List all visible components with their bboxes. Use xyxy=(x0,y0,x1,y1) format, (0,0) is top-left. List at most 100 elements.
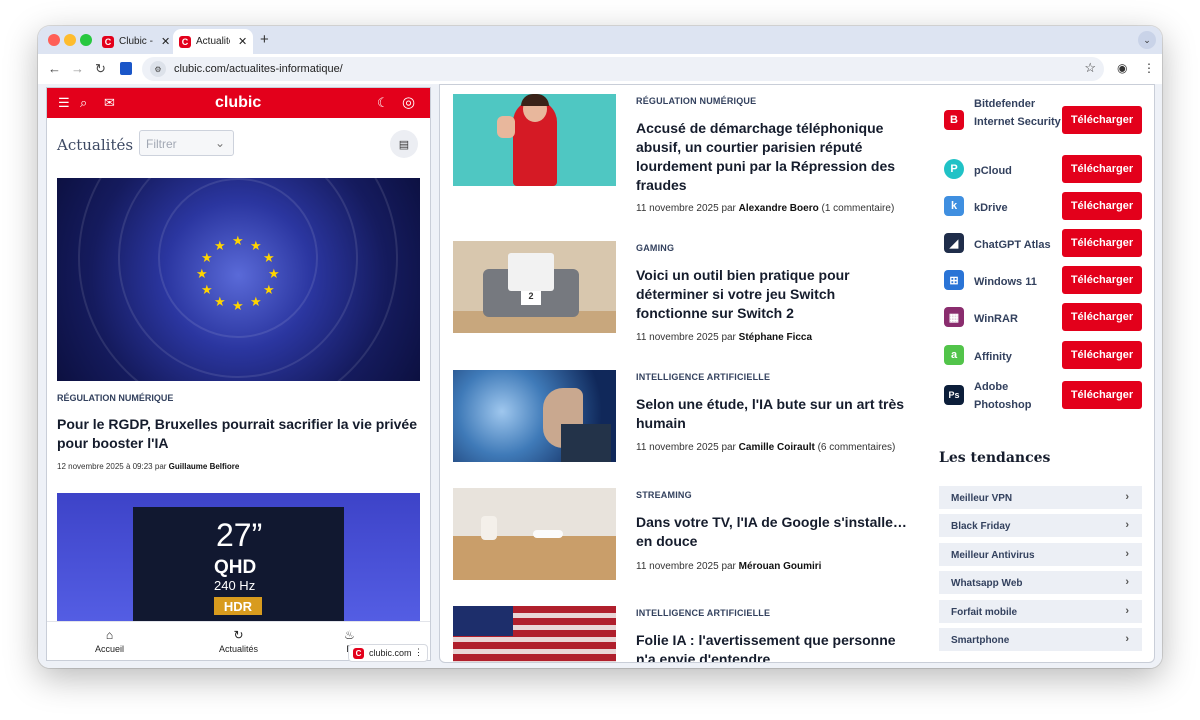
hero-image-eu-stars[interactable]: ★ ★ ★ ★ ★ ★ ★ ★ ★ ★ ★ ★ xyxy=(57,178,420,381)
site-settings-icon[interactable]: ⚙ xyxy=(150,61,166,77)
chevron-down-icon[interactable]: ⌄ xyxy=(1138,31,1156,49)
close-tab-icon[interactable]: ✕ xyxy=(238,35,247,48)
article-by: par xyxy=(721,561,736,572)
bookmark-star-icon[interactable]: ☆ xyxy=(1084,60,1096,76)
article-thumbnail[interactable] xyxy=(453,370,616,462)
minimize-window-button[interactable] xyxy=(64,34,76,46)
filter-select[interactable]: Filtrer ⌄ xyxy=(139,130,234,156)
chevron-right-icon: › xyxy=(1125,519,1129,531)
trend-item[interactable]: Black Friday › xyxy=(939,514,1142,537)
article-by: par xyxy=(721,203,736,214)
new-tab-icon[interactable]: + xyxy=(260,31,269,48)
hero-meta: 12 novembre 2025 à 09:23 par Guillaume B… xyxy=(57,462,239,471)
download-button[interactable]: Télécharger xyxy=(1062,381,1142,409)
article-comments[interactable]: (6 commentaires) xyxy=(818,442,896,453)
search-icon[interactable]: ⌕ xyxy=(80,95,87,111)
layout-toggle-icon[interactable]: ▤ xyxy=(390,130,418,158)
article-category[interactable]: STREAMING xyxy=(636,490,692,500)
download-item: k kDrive Télécharger xyxy=(944,191,1144,221)
pcloud-icon: P xyxy=(944,159,964,179)
trend-item[interactable]: Forfait mobile › xyxy=(939,600,1142,623)
article-author[interactable]: Alexandre Boero xyxy=(739,203,819,214)
reload-icon[interactable]: ↻ xyxy=(95,61,106,77)
article-headline[interactable]: Selon une étude, l'IA bute sur un art tr… xyxy=(636,395,908,433)
hero-category[interactable]: RÉGULATION NUMÉRIQUE xyxy=(57,393,173,403)
bottom-nav-actualites[interactable]: ↻ Actualités xyxy=(219,628,258,654)
mail-icon[interactable]: ✉ xyxy=(104,95,115,111)
menu-kebab-icon[interactable]: ⋮ xyxy=(1143,61,1155,75)
download-button[interactable]: Télécharger xyxy=(1062,229,1142,257)
article-thumbnail[interactable]: 2 xyxy=(453,241,616,333)
download-button[interactable]: Télécharger xyxy=(1062,341,1142,369)
close-tab-icon[interactable]: ✕ xyxy=(161,35,170,48)
article-headline[interactable]: Dans votre TV, l'IA de Google s'installe… xyxy=(636,513,908,551)
article-headline[interactable]: Voici un outil bien pratique pour déterm… xyxy=(636,266,908,323)
home-icon: ⌂ xyxy=(105,628,114,642)
article-comments[interactable]: (1 commentaire) xyxy=(821,203,894,214)
article-meta: 11 novembre 2025 par Alexandre Boero (1 … xyxy=(636,203,894,214)
trend-item[interactable]: Whatsapp Web › xyxy=(939,571,1142,594)
hero-headline[interactable]: Pour le RGDP, Bruxelles pourrait sacrifi… xyxy=(57,415,417,453)
trend-item[interactable]: Smartphone › xyxy=(939,628,1142,651)
article-author[interactable]: Mérouan Goumiri xyxy=(739,561,822,572)
hero-author[interactable]: Guillaume Belfiore xyxy=(169,462,240,471)
download-button[interactable]: Télécharger xyxy=(1062,303,1142,331)
app-name[interactable]: pCloud xyxy=(974,162,1066,180)
article-category[interactable]: GAMING xyxy=(636,243,674,253)
dark-mode-moon-icon[interactable]: ☾ xyxy=(377,95,389,111)
account-icon[interactable]: ◎ xyxy=(402,93,415,111)
article-category[interactable]: INTELLIGENCE ARTIFICIELLE xyxy=(636,372,770,382)
mobile-header: ☰ ⌕ ✉ clubic ☾ ◎ xyxy=(47,88,430,118)
article-meta: 11 novembre 2025 par Mérouan Goumiri xyxy=(636,561,821,572)
article-thumbnail[interactable] xyxy=(453,488,616,580)
browser-content: ☰ ⌕ ✉ clubic ☾ ◎ Actualités Filtrer ⌄ ▤ … xyxy=(38,84,1162,668)
download-button[interactable]: Télécharger xyxy=(1062,106,1142,134)
app-name[interactable]: WinRAR xyxy=(974,310,1066,328)
article-author[interactable]: Camille Coirault xyxy=(739,442,815,453)
article-author[interactable]: Stéphane Ficca xyxy=(739,332,812,343)
download-button[interactable]: Télécharger xyxy=(1062,266,1142,294)
profile-icon[interactable]: ◉ xyxy=(1117,61,1127,75)
download-item: a Affinity Télécharger xyxy=(944,340,1144,370)
bottom-nav-accueil[interactable]: ⌂ Accueil xyxy=(95,628,124,654)
trend-label: Meilleur VPN xyxy=(951,493,1013,504)
browser-tab[interactable]: C Clubic - ✕ xyxy=(96,29,176,54)
close-window-button[interactable] xyxy=(48,34,60,46)
address-bar[interactable]: ⚙ clubic.com/actualites-informatique/ ☆ xyxy=(142,57,1104,81)
download-button[interactable]: Télécharger xyxy=(1062,192,1142,220)
url-text[interactable]: clubic.com/actualites-informatique/ xyxy=(174,63,343,75)
affinity-icon: a xyxy=(944,345,964,365)
article-category[interactable]: INTELLIGENCE ARTIFICIELLE xyxy=(636,608,770,618)
clubic-logo[interactable]: clubic xyxy=(215,94,261,112)
app-name[interactable]: Affinity xyxy=(974,348,1066,366)
app-name[interactable]: Windows 11 xyxy=(974,273,1066,291)
app-name[interactable]: kDrive xyxy=(974,199,1066,217)
extension-icon[interactable] xyxy=(120,62,132,75)
trend-label: Meilleur Antivirus xyxy=(951,550,1035,561)
article-headline[interactable]: Folie IA : l'avertissement que personne … xyxy=(636,631,908,662)
article-thumbnail[interactable] xyxy=(453,94,616,186)
article-thumbnail[interactable] xyxy=(453,606,616,662)
monitor-article-image[interactable]: 27” QHD 240 Hz HDR xyxy=(57,493,420,633)
hamburger-menu-icon[interactable]: ☰ xyxy=(58,95,70,111)
app-name[interactable]: Adobe Photoshop xyxy=(974,378,1066,414)
refresh-icon: ↻ xyxy=(233,628,244,642)
page-title: Actualités xyxy=(57,136,134,154)
forward-icon[interactable]: → xyxy=(71,61,84,76)
download-button[interactable]: Télécharger xyxy=(1062,155,1142,183)
back-icon[interactable]: ← xyxy=(48,61,61,76)
article-date: 11 novembre 2025 xyxy=(636,561,719,572)
winrar-icon: ▦ xyxy=(944,307,964,327)
monitor-hz-text: 240 Hz xyxy=(214,578,256,593)
trend-item[interactable]: Meilleur VPN › xyxy=(939,486,1142,509)
maximize-window-button[interactable] xyxy=(80,34,92,46)
article-category[interactable]: RÉGULATION NUMÉRIQUE xyxy=(636,96,756,106)
article-by: par xyxy=(721,442,736,453)
trend-item[interactable]: Meilleur Antivirus › xyxy=(939,543,1142,566)
side-panel-site-chip[interactable]: C clubic.com ⋮ xyxy=(348,644,428,662)
chip-kebab-icon[interactable]: ⋮ xyxy=(414,647,423,658)
app-name[interactable]: ChatGPT Atlas xyxy=(974,236,1066,254)
browser-tab-active[interactable]: C Actualités ✕ xyxy=(173,29,254,54)
article-headline[interactable]: Accusé de démarchage téléphonique abusif… xyxy=(636,119,908,195)
app-name[interactable]: Bitdefender Internet Security xyxy=(974,95,1066,131)
